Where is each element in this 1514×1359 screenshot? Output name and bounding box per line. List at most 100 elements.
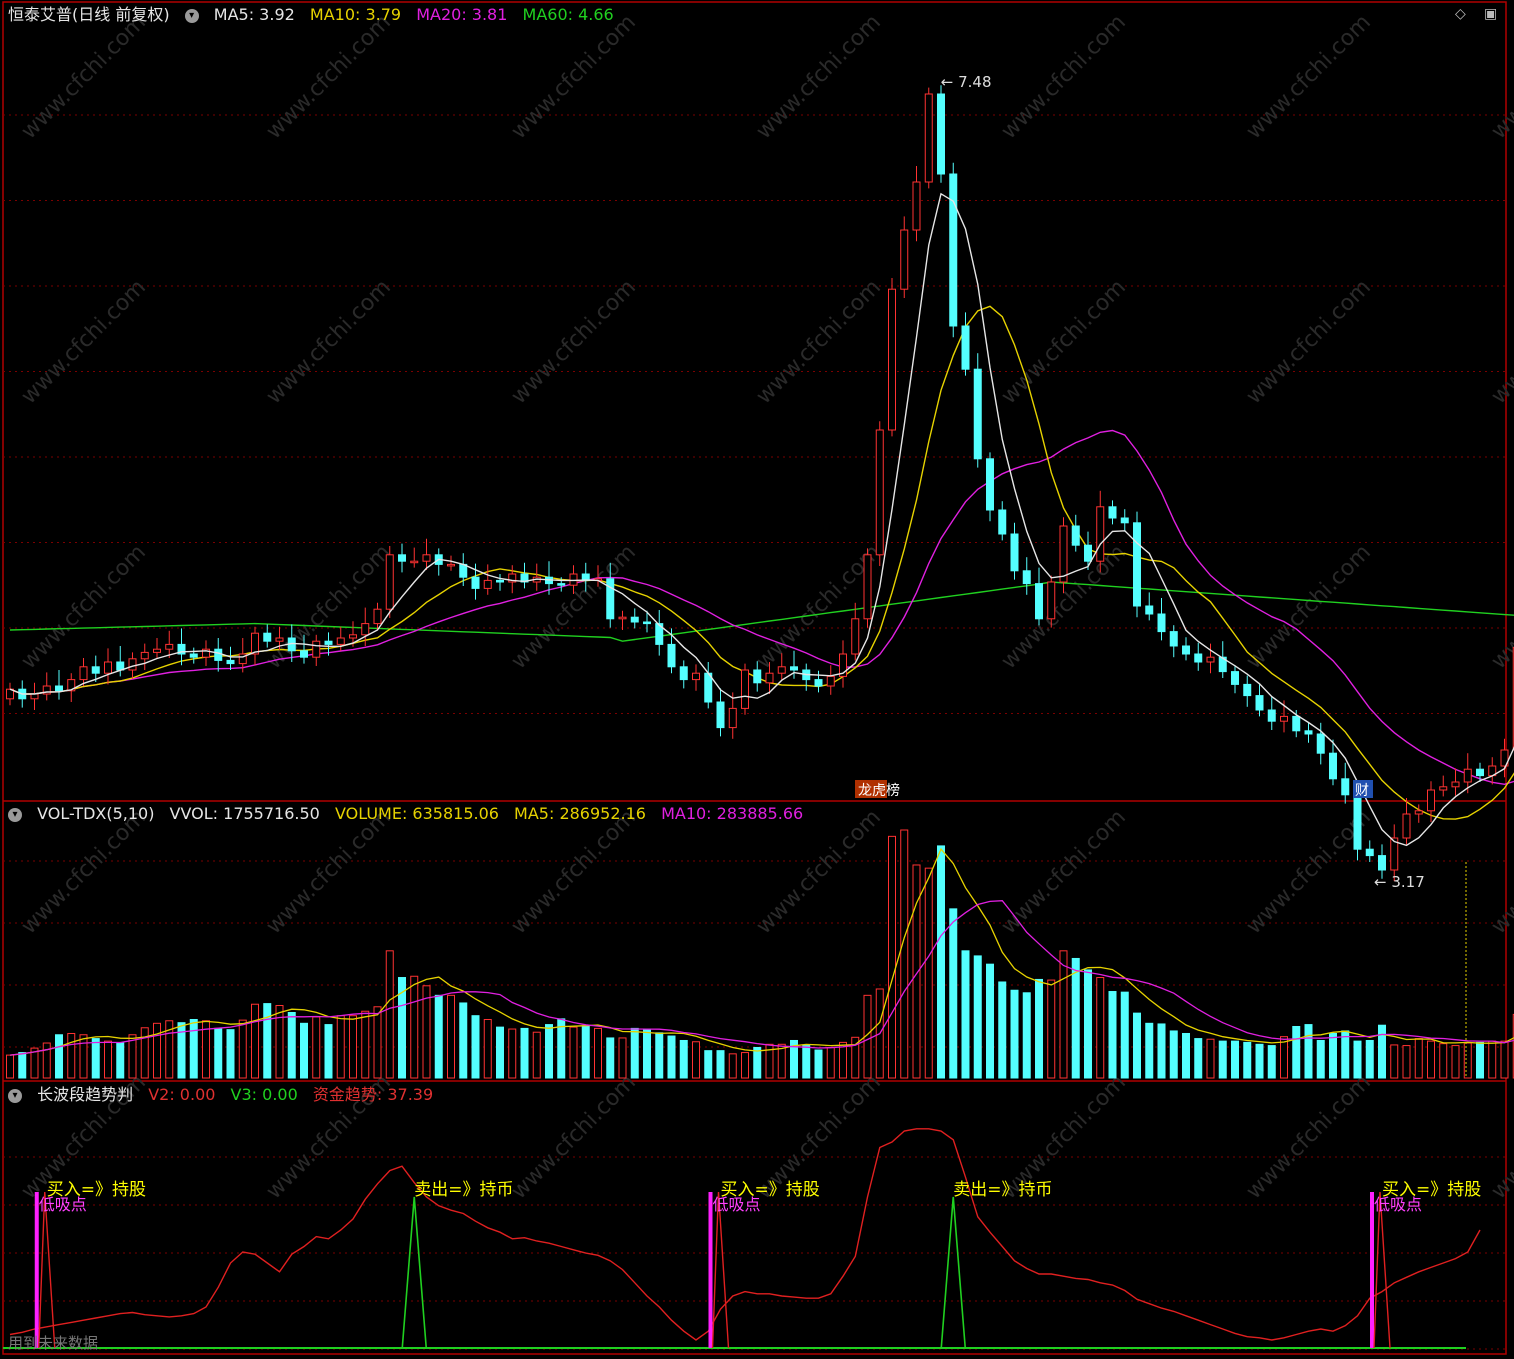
indicator-series: 买入=》持股低吸点卖出=》持币 买入=》持股低吸点卖出=》持币 买入=》持股低吸点	[3, 1128, 1481, 1349]
low-price-marker: ← 3.17	[1374, 873, 1425, 891]
candle-body	[1439, 786, 1448, 791]
v3-label: V3: 0.00	[230, 1085, 298, 1104]
volume-bar	[1280, 1036, 1288, 1079]
volume-panel-header: ▾ VOL-TDX(5,10) VVOL: 1755716.50 VOLUME:…	[8, 803, 813, 825]
volume-bar	[900, 829, 909, 1079]
volume-bar	[1120, 991, 1129, 1079]
stock-title[interactable]: 恒泰艾普(日线 前复权)	[8, 5, 170, 24]
volume-bar	[1353, 1040, 1362, 1079]
volume-bar	[385, 950, 394, 1079]
watermark-text: www.cfchi.com	[262, 10, 396, 144]
vol-ma10-label: MA10: 283885.66	[661, 804, 804, 823]
watermark-text: www.cfchi.com	[17, 275, 151, 409]
volume-bar	[91, 1038, 100, 1079]
candle-body	[214, 648, 223, 661]
finance-badge: 财	[1355, 783, 1369, 799]
candle-body	[875, 429, 884, 556]
volume-bar	[532, 1031, 541, 1079]
watermark-text: www.cfchi.com	[1487, 10, 1514, 144]
candle-body	[949, 173, 958, 327]
chevron-down-icon[interactable]: ▾	[184, 8, 199, 23]
volume-bar	[655, 1032, 664, 1079]
volume-bar	[1427, 1040, 1435, 1079]
volume-bar	[1145, 1022, 1154, 1079]
sell-signal-spike	[940, 1196, 967, 1349]
sell-signal-spike	[401, 1196, 428, 1349]
candle-body	[569, 573, 578, 586]
indicator-panel-header: ▾ 长波段趋势判 V2: 0.00 V3: 0.00 资金趋势: 37.39	[8, 1084, 443, 1106]
volume-bar	[153, 1022, 161, 1079]
window-restore-icon[interactable]: ▣	[1484, 6, 1497, 22]
volume-bar	[569, 1026, 578, 1079]
volume-bar	[973, 955, 982, 1079]
candle-body	[1329, 752, 1337, 780]
candle-body	[30, 693, 39, 700]
candle-body	[618, 616, 627, 620]
vol-ma5-label: MA5: 286952.16	[514, 804, 646, 823]
chevron-down-icon[interactable]: ▾	[8, 807, 22, 822]
volume-bar	[1414, 1038, 1423, 1079]
volume-bar	[1463, 1042, 1472, 1079]
volume-bar	[349, 1015, 357, 1079]
volume-bars	[6, 829, 1514, 1079]
candle-body	[471, 576, 480, 589]
volume-bar	[1071, 957, 1080, 1079]
volume-bar	[1206, 1038, 1215, 1079]
candle-body	[300, 650, 308, 658]
volume-bar	[1500, 1040, 1509, 1079]
high-price-marker: ← 7.48	[941, 73, 992, 91]
watermark-text: www.cfchi.com	[1242, 275, 1376, 409]
candle-body	[973, 368, 982, 460]
watermark-text: www.cfchi.com	[1487, 805, 1514, 939]
volume-bar	[1108, 991, 1117, 1079]
watermark-text: www.cfchi.com	[752, 275, 886, 409]
volume-bar	[104, 1040, 112, 1079]
volume-bar	[263, 1003, 272, 1079]
volume-bar	[581, 1025, 590, 1079]
candle-body	[863, 554, 872, 620]
candle-body	[165, 643, 174, 650]
candle-body	[765, 672, 774, 684]
candle-body	[226, 659, 235, 665]
volume-bar	[643, 1029, 651, 1079]
buy-signal-spike	[38, 1191, 56, 1349]
watermark-text: www.cfchi.com	[1242, 540, 1376, 674]
candle-body	[1096, 506, 1105, 562]
volume-bar	[814, 1049, 823, 1079]
stock-chart[interactable]: www.cfchi.com www.cfchi.com www.cfchi.com w…	[0, 0, 1514, 1359]
volume-bar	[1451, 1045, 1460, 1079]
indicator-name-label[interactable]: 长波段趋势判	[37, 1085, 133, 1104]
candle-body	[777, 666, 786, 674]
volume-bar	[483, 1018, 492, 1079]
chevron-down-icon[interactable]: ▾	[8, 1088, 22, 1103]
dip-point-label: 低吸点	[39, 1195, 87, 1214]
volume-bar	[226, 1029, 235, 1079]
diamond-icon[interactable]: ◇	[1455, 6, 1466, 22]
candle-body	[912, 181, 921, 231]
vol-indicator-label[interactable]: VOL-TDX(5,10)	[37, 804, 154, 823]
v2-label: V2: 0.00	[148, 1085, 216, 1104]
candle-body	[251, 632, 259, 655]
candle-body	[1280, 715, 1288, 722]
volume-bar	[1182, 1032, 1190, 1079]
volume-bar	[1292, 1025, 1301, 1079]
candle-body	[1243, 683, 1252, 697]
candle-body	[1292, 715, 1301, 732]
candle-body	[557, 583, 566, 586]
volume-bar	[275, 1005, 284, 1079]
price-panel-header: 恒泰艾普(日线 前复权) ▾ MA5: 3.92 MA10: 3.79 MA20…	[8, 4, 624, 26]
candle-body	[55, 685, 63, 692]
volume-bar	[998, 981, 1007, 1079]
ma60-label: MA60: 4.66	[522, 5, 614, 24]
volume-bar	[1157, 1023, 1166, 1079]
volume-bar	[1402, 1045, 1411, 1079]
candle-body	[79, 666, 88, 681]
candle-body	[1255, 695, 1264, 711]
volume-bar	[1390, 1044, 1399, 1079]
volume-bar	[79, 1034, 88, 1079]
buy-signal-spike	[711, 1191, 730, 1349]
volume-bar	[1059, 950, 1068, 1079]
volume-bar	[42, 1042, 51, 1079]
candle-body	[447, 563, 455, 567]
volume-bar	[961, 950, 970, 1079]
